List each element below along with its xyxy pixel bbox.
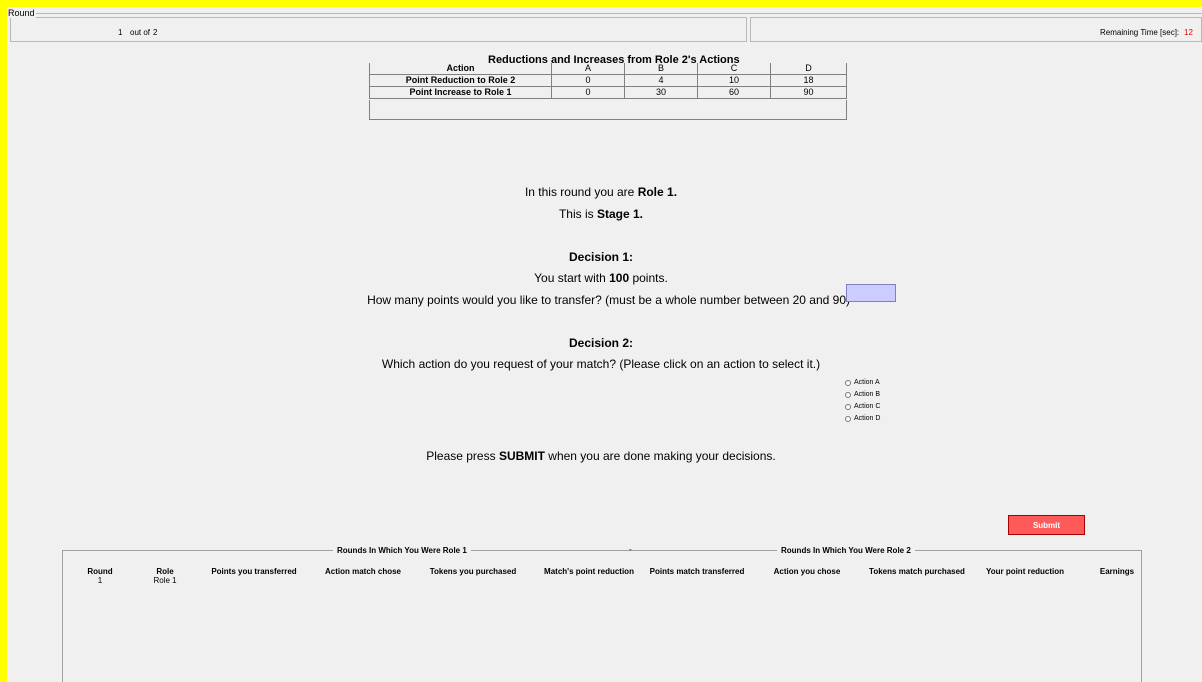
history-cell-role: Role 1 <box>153 576 177 585</box>
remaining-time-label: Remaining Time [sec]: <box>1100 28 1180 37</box>
table-header-row: Action A B C D <box>369 63 847 75</box>
history-col-action-match-chose: Action match chose <box>324 567 402 576</box>
history-group-separator: - <box>629 545 632 554</box>
header-rule <box>7 13 1202 14</box>
submit-suffix: when you are done making your decisions. <box>544 449 776 463</box>
radio-icon[interactable] <box>845 379 851 386</box>
submit-word: SUBMIT <box>498 449 545 463</box>
table-header-cell: A <box>551 63 625 75</box>
table-cell: 0 <box>551 86 625 99</box>
table-header-cell: B <box>624 63 698 75</box>
decision1-title: Decision 1: <box>568 250 634 264</box>
history-col-role: Role <box>156 567 174 576</box>
history-col-earnings: Earnings <box>1099 567 1135 576</box>
round-total: 2 <box>153 28 158 37</box>
stage-line: This is Stage 1. <box>0 207 1202 221</box>
history-col-points-transferred: Points you transferred <box>211 567 297 576</box>
row-label: Point Increase to Role 1 <box>369 86 552 99</box>
table-cell: 30 <box>624 86 698 99</box>
submit-instruction: Please press SUBMIT when you are done ma… <box>0 449 1202 463</box>
history-cell-round: 1 <box>97 576 103 585</box>
action-d-radio[interactable]: Action D <box>845 415 880 422</box>
table-header-cell: C <box>697 63 771 75</box>
history-group-role1: Rounds In Which You Were Role 1 <box>333 546 471 555</box>
history-col-action-you-chose: Action you chose <box>773 567 841 576</box>
start-points: 100 <box>609 271 630 285</box>
history-col-points-match-transferred: Points match transferred <box>649 567 745 576</box>
history-group-role2: Rounds In Which You Were Role 2 <box>777 546 915 555</box>
table-cell: 10 <box>697 74 771 87</box>
action-label: Action B <box>854 391 881 398</box>
submit-button[interactable]: Submit <box>1008 515 1085 535</box>
action-question: Which action do you request of your matc… <box>381 357 821 371</box>
action-label: Action A <box>854 379 880 386</box>
role-prefix: In this round you are <box>524 185 638 199</box>
table-frame <box>369 100 847 120</box>
role-line: In this round you are Role 1. <box>0 185 1202 199</box>
action-a-radio[interactable]: Action A <box>845 379 880 386</box>
table-cell: 18 <box>770 74 847 87</box>
table-header-cell: Action <box>369 63 552 75</box>
action-c-radio[interactable]: Action C <box>845 403 880 410</box>
start-prefix: You start with <box>534 271 610 285</box>
table-row: Point Reduction to Role 2 0 4 10 18 <box>369 74 847 87</box>
start-suffix: points. <box>629 271 668 285</box>
history-col-round: Round <box>87 567 113 576</box>
start-points-line: You start with 100 points. <box>0 271 1202 285</box>
remaining-time-value: 12 <box>1184 28 1193 37</box>
table-row: Point Increase to Role 1 0 30 60 90 <box>369 86 847 99</box>
history-col-tokens-purchased: Tokens you purchased <box>429 567 517 576</box>
window-frame-top <box>0 0 1202 7</box>
submit-prefix: Please press <box>426 449 499 463</box>
table-cell: 90 <box>770 86 847 99</box>
radio-icon[interactable] <box>845 415 851 422</box>
history-col-tokens-match-purchased: Tokens match purchased <box>869 567 965 576</box>
round-current: 1 <box>118 28 123 37</box>
action-label: Action C <box>854 403 881 410</box>
table-header-cell: D <box>770 63 847 75</box>
table-cell: 0 <box>551 74 625 87</box>
action-label: Action D <box>854 415 881 422</box>
transfer-input[interactable] <box>846 284 896 302</box>
radio-icon[interactable] <box>845 391 851 398</box>
radio-icon[interactable] <box>845 403 851 410</box>
decision2-title: Decision 2: <box>568 336 634 350</box>
role-value: Role 1. <box>637 185 678 199</box>
actions-table: Action A B C D Point Reduction to Role 2… <box>369 63 847 99</box>
transfer-question: How many points would you like to transf… <box>367 293 850 307</box>
round-legend: Round <box>7 8 36 18</box>
stage-prefix: This is <box>558 207 597 221</box>
action-b-radio[interactable]: Action B <box>845 391 880 398</box>
round-of-text: out of <box>130 28 151 37</box>
history-col-your-point-reduction: Your point reduction <box>985 567 1065 576</box>
row-label: Point Reduction to Role 2 <box>369 74 552 87</box>
stage-value: Stage 1. <box>596 207 644 221</box>
table-cell: 60 <box>697 86 771 99</box>
history-col-match-point-reduction: Match's point reduction <box>544 567 634 576</box>
table-cell: 4 <box>624 74 698 87</box>
